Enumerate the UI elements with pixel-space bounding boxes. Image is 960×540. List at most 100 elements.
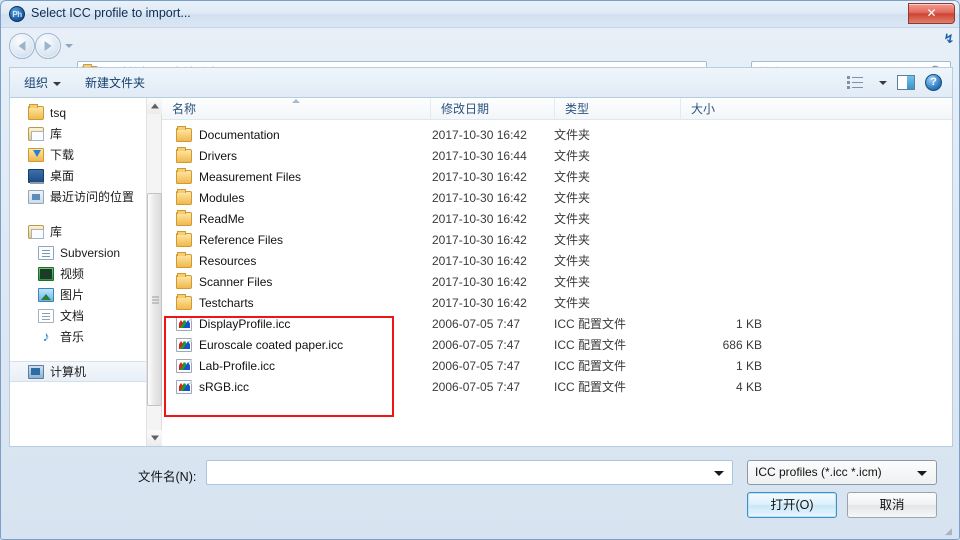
file-name-cell: DisplayProfile.icc [162,316,430,331]
forward-button[interactable] [35,33,61,59]
new-folder-button[interactable]: 新建文件夹 [75,71,155,94]
file-name: Lab-Profile.icc [199,358,276,373]
sidebar-item-desktop[interactable]: 桌面 [10,165,161,186]
file-date-cell: 2006-07-05 7:47 [432,358,521,373]
column-header-label: 名称 [172,101,197,116]
file-type-cell: ICC 配置文件 [554,380,627,394]
sidebar-item-music[interactable]: ♪ 音乐 [10,326,161,347]
file-name-cell: Reference Files [162,230,430,247]
file-type-cell: 文件夹 [554,170,591,184]
recent-locations-chevron-icon[interactable] [65,44,73,48]
file-type-filter[interactable]: ICC profiles (*.icc *.icm) [747,460,937,485]
refresh-icon[interactable]: ↯ [940,30,958,48]
file-type-cell: 文件夹 [554,233,591,247]
sidebar-item-label: 文档 [60,309,85,323]
table-row[interactable]: Lab-Profile.icc 2006-07-05 7:47 ICC 配置文件… [162,355,952,376]
table-row[interactable]: Documentation 2017-10-30 16:42 文件夹 [162,124,952,145]
table-row[interactable]: Drivers 2017-10-30 16:44 文件夹 [162,145,952,166]
column-header-name[interactable]: 名称 [162,98,430,120]
file-name: Testcharts [199,295,254,310]
file-name: Scanner Files [199,274,273,289]
computer-icon [28,364,44,379]
downloads-icon [28,147,44,162]
sidebar-item-computer[interactable]: 计算机 [10,361,161,382]
chevron-down-icon [53,81,62,86]
file-name: Reference Files [199,232,284,247]
column-header-size[interactable]: 大小 [680,98,780,120]
navigation-row: ▸ 计算机 ▸ 本地磁盘 (D:) ▸ 123 ▸ ProfileMaker P… [1,28,959,84]
table-row[interactable]: ReadMe 2017-10-30 16:42 文件夹 [162,208,952,229]
table-row[interactable]: Scanner Files 2017-10-30 16:42 文件夹 [162,271,952,292]
table-row[interactable]: Reference Files 2017-10-30 16:42 文件夹 [162,229,952,250]
table-row[interactable]: Euroscale coated paper.icc 2006-07-05 7:… [162,334,952,355]
sidebar-item-library[interactable]: 库 [10,123,161,144]
navigation-sidebar: tsq 库 下载 桌面 最近访问的位置 库 Subversion 视频 图片 文… [10,98,162,446]
scroll-down-button[interactable] [147,430,162,446]
resize-grip[interactable]: ◢ [945,526,955,536]
documents-icon [38,308,54,323]
back-button[interactable] [9,33,35,59]
file-type-filter-value: ICC profiles (*.icc *.icm) [755,465,882,479]
file-type-cell: 文件夹 [554,254,591,268]
sidebar-item-documents[interactable]: 文档 [10,305,161,326]
sidebar-item-videos[interactable]: 视频 [10,263,161,284]
view-list-icon[interactable] [847,75,864,90]
file-size-cell: 1 KB [735,316,762,331]
help-icon[interactable]: ? [925,74,942,91]
toolbar-right-group: ? [847,74,952,91]
column-header-type[interactable]: 类型 [554,98,680,120]
open-button[interactable]: 打开(O) [747,492,837,518]
sidebar-item-recent-places[interactable]: 最近访问的位置 [10,186,161,207]
filename-label: 文件名(N): [138,470,197,484]
sidebar-item-label: 视频 [60,267,85,281]
file-type-cell: 文件夹 [554,149,591,163]
file-type-cell: 文件夹 [554,275,591,289]
sidebar-scrollbar[interactable] [146,98,162,446]
file-list-pane: 名称 修改日期 类型 大小 Documentation 2017-10-30 1… [162,98,952,446]
folder-icon [176,230,192,247]
file-name: Modules [199,190,245,205]
preview-pane-icon[interactable] [897,75,915,90]
sort-ascending-icon [292,98,300,103]
table-row[interactable]: Modules 2017-10-30 16:42 文件夹 [162,187,952,208]
table-row[interactable]: Measurement Files 2017-10-30 16:42 文件夹 [162,166,952,187]
table-row[interactable]: Resources 2017-10-30 16:42 文件夹 [162,250,952,271]
file-name: Resources [199,253,257,268]
file-name: ReadMe [199,211,245,226]
organize-button[interactable]: 组织 [14,71,71,94]
view-options-chevron-icon[interactable] [879,80,887,85]
file-name-cell: ReadMe [162,209,430,226]
chevron-up-icon [150,103,159,109]
title-bar: Ph Select ICC profile to import... ✕ [1,1,959,28]
file-name-cell: Documentation [162,125,430,142]
sidebar-item-downloads[interactable]: 下载 [10,144,161,165]
folder-icon [176,209,192,226]
folder-icon [176,272,192,289]
sidebar-item-subversion[interactable]: Subversion [10,242,161,263]
sidebar-item-label: tsq [50,105,67,120]
file-name-cell: Scanner Files [162,272,430,289]
filename-input[interactable] [206,460,733,485]
sidebar-item-label: 图片 [60,288,85,302]
file-name: Measurement Files [199,169,302,184]
sidebar-group-library[interactable]: 库 [10,221,161,242]
table-row[interactable]: sRGB.icc 2006-07-05 7:47 ICC 配置文件 4 KB [162,376,952,397]
file-name: DisplayProfile.icc [199,316,291,331]
sidebar-item-tsq[interactable]: tsq [10,102,161,123]
cancel-button[interactable]: 取消 [847,492,937,518]
file-type-cell: ICC 配置文件 [554,317,627,331]
sidebar-item-label: 音乐 [60,330,85,344]
chevron-down-icon[interactable] [714,471,724,476]
column-header-date[interactable]: 修改日期 [430,98,554,120]
file-rows: Documentation 2017-10-30 16:42 文件夹 Drive… [162,120,952,397]
sidebar-divider [10,207,161,221]
scrollbar-thumb[interactable] [147,193,162,406]
sidebar-list: tsq 库 下载 桌面 最近访问的位置 库 Subversion 视频 图片 文… [10,98,161,382]
close-button[interactable]: ✕ [908,3,955,24]
sidebar-item-pictures[interactable]: 图片 [10,284,161,305]
scroll-up-button[interactable] [147,98,162,114]
table-row[interactable]: DisplayProfile.icc 2006-07-05 7:47 ICC 配… [162,313,952,334]
file-name-cell: Resources [162,251,430,268]
table-row[interactable]: Testcharts 2017-10-30 16:42 文件夹 [162,292,952,313]
icc-profile-icon [176,316,192,331]
